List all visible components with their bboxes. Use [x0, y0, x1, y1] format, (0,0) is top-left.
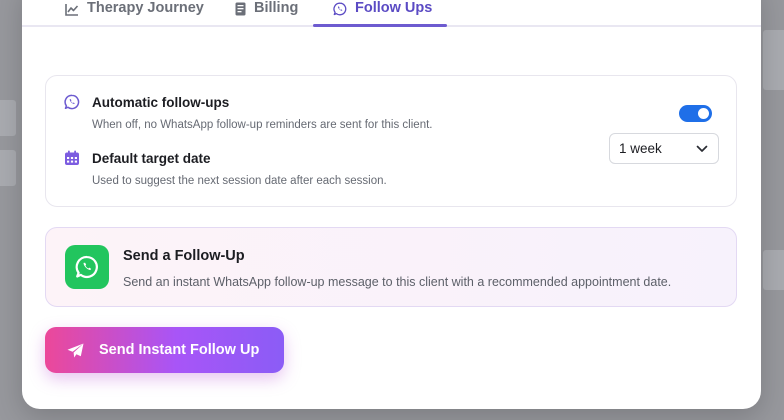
toggle-knob — [698, 108, 709, 119]
auto-followups-description: When off, no WhatsApp follow-up reminder… — [92, 119, 433, 131]
chevron-down-icon — [696, 145, 708, 153]
whatsapp-icon — [333, 0, 347, 18]
whatsapp-icon — [65, 245, 109, 289]
tab-therapy-journey[interactable]: Therapy Journey — [65, 0, 204, 27]
whatsapp-icon — [63, 93, 81, 111]
send-followup-card: Send a Follow-Up Send an instant WhatsAp… — [45, 227, 737, 307]
send-followup-description: Send an instant WhatsApp follow-up messa… — [123, 275, 672, 289]
target-date-description: Used to suggest the next session date af… — [92, 175, 387, 187]
client-details-modal: Therapy Journey Billing Follow Ups Autom… — [22, 0, 761, 409]
background-panel — [0, 100, 16, 136]
send-button-label: Send Instant Follow Up — [99, 342, 260, 358]
send-followup-title: Send a Follow-Up — [123, 248, 245, 264]
background-panel — [763, 30, 784, 90]
tab-label: Therapy Journey — [87, 0, 204, 16]
calendar-icon — [63, 149, 81, 167]
tab-billing[interactable]: Billing — [235, 0, 298, 27]
auto-followups-toggle[interactable] — [679, 105, 712, 122]
active-tab-indicator — [313, 24, 447, 27]
target-date-select[interactable]: 1 week — [609, 133, 719, 164]
chart-line-icon — [65, 0, 79, 18]
tab-label: Follow Ups — [355, 0, 433, 16]
target-date-title: Default target date — [92, 151, 211, 166]
background-panel — [763, 250, 784, 290]
tab-label: Billing — [254, 0, 299, 16]
tab-follow-ups[interactable]: Follow Ups — [333, 0, 432, 27]
receipt-icon — [235, 0, 246, 18]
send-instant-follow-up-button[interactable]: Send Instant Follow Up — [45, 327, 284, 373]
auto-followups-title: Automatic follow-ups — [92, 95, 230, 110]
select-value: 1 week — [619, 141, 662, 156]
followup-settings-card: Automatic follow-ups When off, no WhatsA… — [45, 75, 737, 207]
paper-plane-icon — [67, 343, 84, 358]
background-panel — [0, 150, 16, 186]
tab-bar: Therapy Journey Billing Follow Ups — [22, 0, 761, 27]
